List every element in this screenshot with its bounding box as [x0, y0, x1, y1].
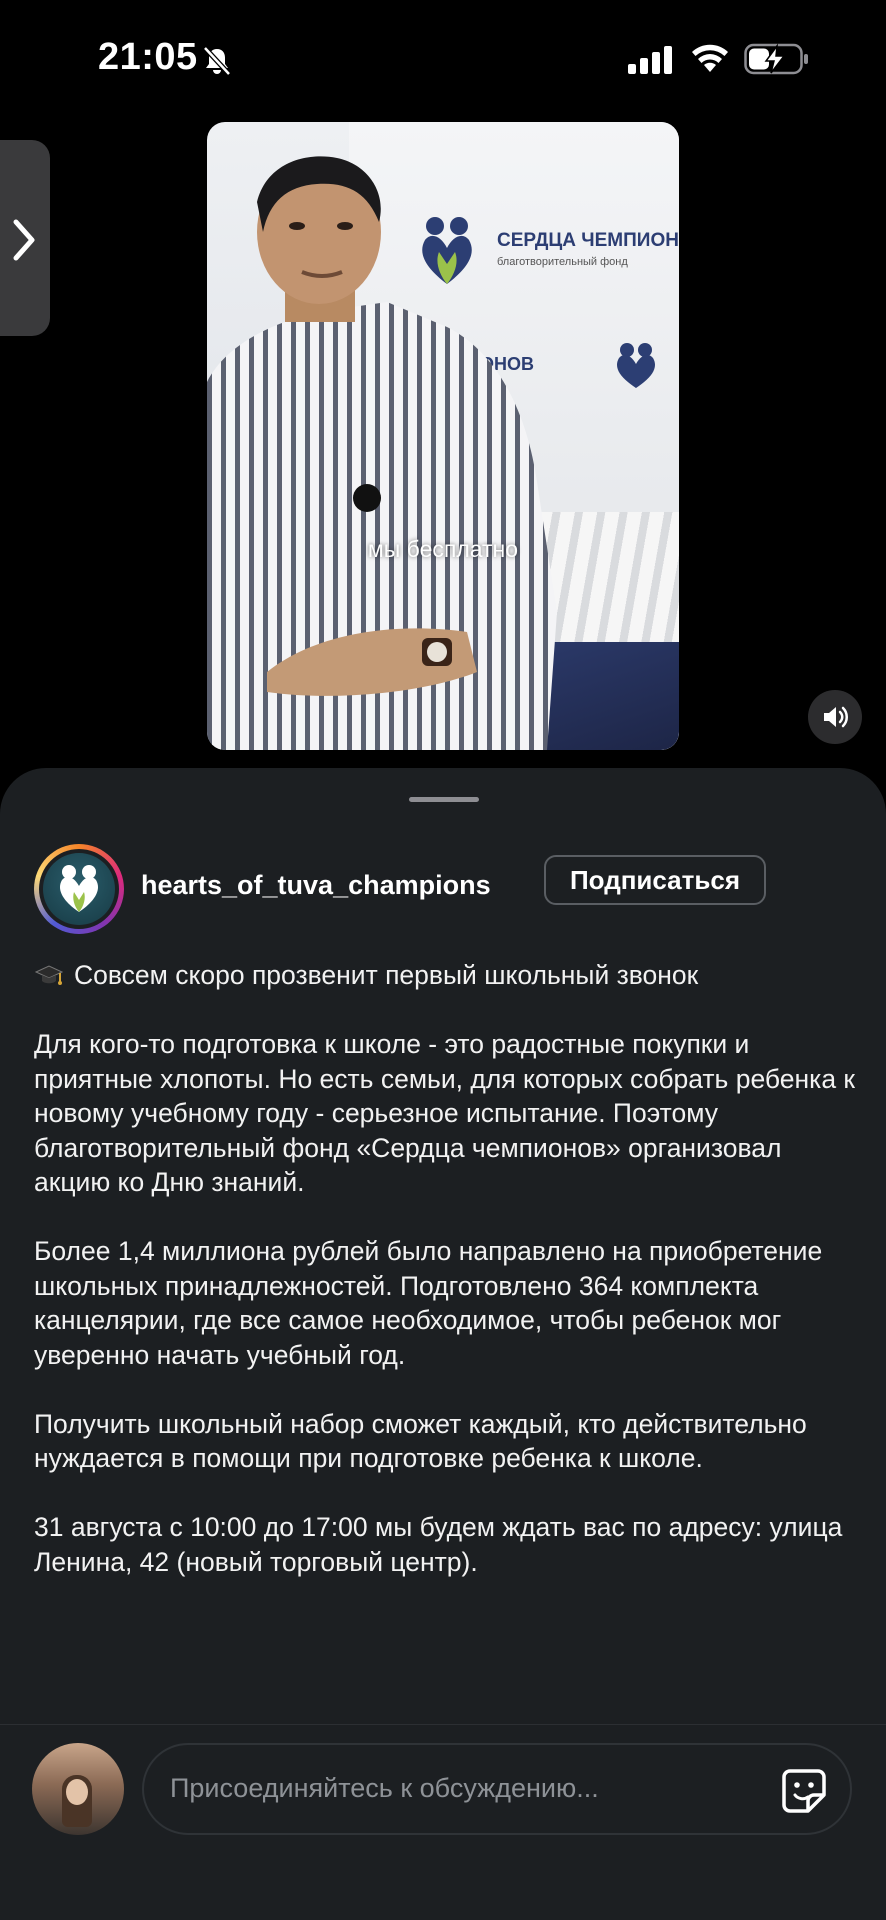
caption-paragraph: Получить школьный набор сможет каждый, к…	[34, 1408, 807, 1474]
sticker-icon[interactable]	[780, 1767, 828, 1815]
sound-toggle-button[interactable]	[808, 690, 862, 744]
battery-charging-icon	[744, 43, 808, 75]
chevron-right-icon	[13, 219, 35, 261]
fund-logo-small-image	[616, 343, 656, 388]
caption-paragraph: 31 августа с 10:00 до 17:00 мы будем жда…	[34, 1512, 843, 1577]
wifi-icon	[692, 44, 728, 72]
my-avatar[interactable]	[32, 1743, 124, 1835]
caption-text-1: Совсем скоро прозвенит первый школьный з…	[74, 960, 699, 990]
speaker-person-image	[207, 156, 557, 750]
status-bar: 21:05	[0, 0, 886, 120]
author-avatar[interactable]	[34, 844, 124, 934]
bell-off-icon	[203, 46, 231, 76]
post-caption: Совсем скоро прозвенит первый школьный з…	[34, 958, 864, 1614]
comment-placeholder: Присоединяйтесь к обсуждению...	[170, 1773, 599, 1803]
video-subtitle: мы бесплатно	[367, 536, 519, 562]
side-panel-tab[interactable]	[0, 140, 50, 336]
author-username[interactable]: hearts_of_tuva_champions	[141, 870, 491, 901]
video-player[interactable]: СЕРДЦА ЧЕМПИОНОВ благотворительный фонд …	[207, 122, 679, 750]
follow-button[interactable]: Подписаться	[544, 855, 766, 905]
post-author-row: hearts_of_tuva_champions Подписаться	[34, 844, 854, 936]
status-time: 21:05	[98, 36, 198, 78]
graduation-cap-icon	[34, 965, 64, 986]
caption-paragraph: Более 1,4 миллиона рублей было направлен…	[34, 1236, 823, 1370]
speaker-icon	[824, 706, 848, 728]
comment-input[interactable]: Присоединяйтесь к обсуждению...	[142, 1743, 852, 1835]
fund-logo-avatar-icon	[59, 865, 99, 912]
caption-paragraph: Совсем скоро прозвенит первый школьный з…	[34, 958, 864, 993]
cellular-signal-icon	[628, 46, 672, 74]
caption-paragraph: Для кого-то подготовка к школе - это рад…	[34, 1029, 856, 1197]
sheet-drag-handle[interactable]	[409, 797, 479, 802]
comment-bar: Присоединяйтесь к обсуждению...	[0, 1724, 886, 1920]
